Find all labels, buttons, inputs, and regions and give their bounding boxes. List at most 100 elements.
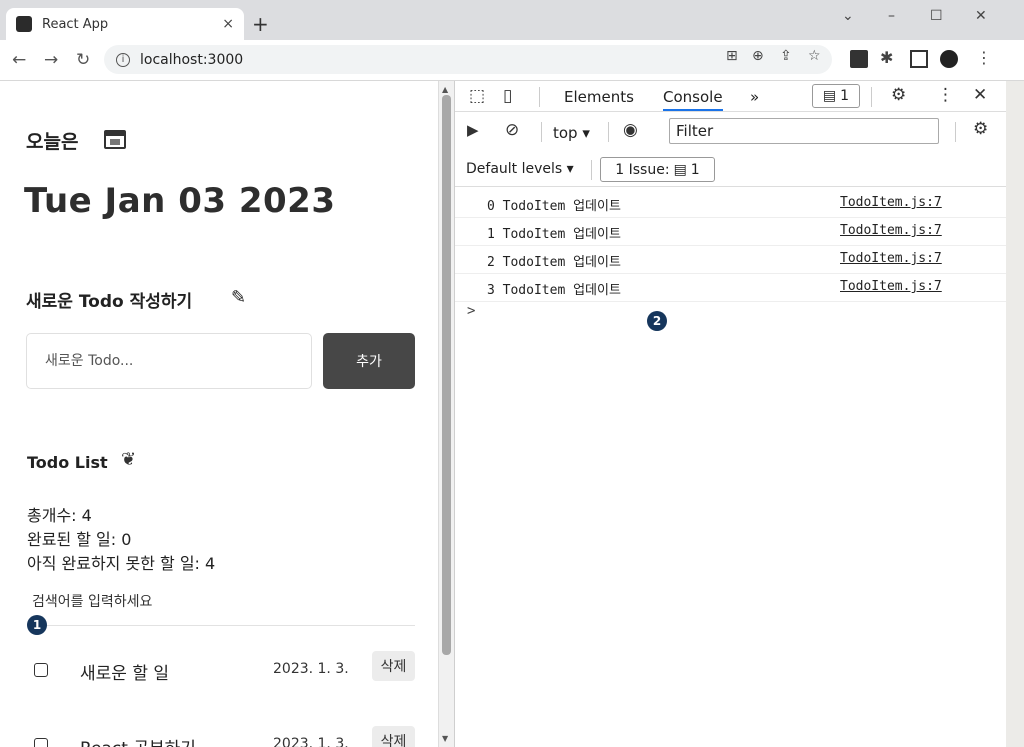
new-tab-button[interactable]: + xyxy=(252,12,269,36)
total-count: 총개수: 4 xyxy=(27,506,92,525)
separator xyxy=(539,87,540,107)
not-done-count: 아직 완료하지 못한 할 일: 4 xyxy=(27,554,216,573)
clear-console-icon[interactable]: ⊘ xyxy=(505,120,519,140)
app-viewport: 오늘은 Tue Jan 03 2023 새로운 Todo 작성하기 ✎ 추가 T… xyxy=(0,81,438,747)
extensions-puzzle-icon[interactable]: ✱ xyxy=(880,48,893,67)
close-window-button[interactable]: ✕ xyxy=(975,8,987,24)
console-levels-bar: Default levels ▾ 1 Issue: ▤ 1 xyxy=(455,154,1007,187)
profile-avatar[interactable] xyxy=(940,50,958,68)
back-arrow-icon[interactable]: ← xyxy=(12,50,26,70)
tab-search-icon[interactable]: ⌄ xyxy=(842,8,854,24)
todo-date: 2023. 1. 3. xyxy=(273,736,349,747)
live-expression-eye-icon[interactable]: ◉ xyxy=(623,120,638,140)
log-source-link[interactable]: TodoItem.js:7 xyxy=(840,195,942,210)
site-info-icon[interactable]: i xyxy=(116,52,130,67)
todo-item: 새로운 할 일 2023. 1. 3. 삭제 xyxy=(0,651,438,691)
todo-checkbox[interactable] xyxy=(34,663,48,677)
browser-tab[interactable]: React App × xyxy=(6,8,244,40)
console-toolbar: ▶ ⊘ top ▾ ◉ ⚙ xyxy=(455,111,1007,154)
browser-menu-icon[interactable]: ⋮ xyxy=(976,48,992,67)
separator xyxy=(541,122,542,142)
tab-elements[interactable]: Elements xyxy=(564,88,634,106)
delete-button[interactable]: 삭제 xyxy=(372,651,415,681)
console-log-row: 0 TodoItem 업데이트 TodoItem.js:7 xyxy=(455,189,1007,218)
console-settings-gear-icon[interactable]: ⚙ xyxy=(973,119,988,139)
devtools-tabbar: ⬚ ▯ Elements Console » ▤ 1 ⚙ ⋮ ✕ xyxy=(455,81,1007,112)
minimize-button[interactable]: – xyxy=(888,8,895,24)
scroll-up-icon[interactable]: ▲ xyxy=(442,85,448,94)
console-prompt[interactable]: > xyxy=(467,303,475,319)
separator xyxy=(591,160,592,180)
url-text: localhost:3000 xyxy=(140,51,244,68)
todo-content: React 공부하기 xyxy=(80,734,196,747)
delete-button[interactable]: 삭제 xyxy=(372,726,415,747)
done-count: 완료된 할 일: 0 xyxy=(27,530,132,549)
calendar-icon xyxy=(104,130,126,149)
scroll-thumb[interactable] xyxy=(442,95,451,655)
message-icon: ▤ xyxy=(673,161,687,178)
device-toolbar-icon[interactable]: ▯ xyxy=(503,86,512,106)
default-levels-dropdown[interactable]: Default levels ▾ xyxy=(466,161,574,177)
todo-content: 새로운 할 일 xyxy=(80,664,170,684)
new-todo-input[interactable] xyxy=(26,333,312,389)
side-panel-icon[interactable] xyxy=(910,50,928,68)
annotation-badge-1: 1 xyxy=(27,615,47,635)
zoom-icon[interactable]: ⊕ xyxy=(752,48,764,64)
log-source-link[interactable]: TodoItem.js:7 xyxy=(840,223,942,238)
annotation-badge-2: 2 xyxy=(647,311,667,331)
tab-title: React App xyxy=(42,16,109,32)
log-source-link[interactable]: TodoItem.js:7 xyxy=(840,279,942,294)
issues-button[interactable]: 1 Issue: ▤ 1 xyxy=(600,157,715,182)
today-label: 오늘은 xyxy=(26,131,79,153)
log-message: 3 TodoItem 업데이트 xyxy=(487,283,621,298)
separator xyxy=(608,122,609,142)
editor-title: 새로운 Todo 작성하기 xyxy=(26,292,193,312)
translate-icon[interactable]: ⊞ xyxy=(726,48,738,64)
extension-icon[interactable] xyxy=(850,50,868,68)
separator xyxy=(955,122,956,142)
tab-console[interactable]: Console xyxy=(663,88,723,111)
tab-close-icon[interactable]: × xyxy=(222,16,234,32)
current-date: Tue Jan 03 2023 xyxy=(24,181,336,221)
issues-counter[interactable]: ▤ 1 xyxy=(812,84,860,108)
console-filter-input[interactable] xyxy=(669,118,939,144)
log-message: 1 TodoItem 업데이트 xyxy=(487,227,621,242)
log-message: 2 TodoItem 업데이트 xyxy=(487,255,621,270)
forward-arrow-icon[interactable]: → xyxy=(44,50,58,70)
console-log-row: 2 TodoItem 업데이트 TodoItem.js:7 xyxy=(455,245,1007,274)
app-scrollbar[interactable]: ▲ ▼ xyxy=(438,81,454,747)
background-page-edge xyxy=(1006,81,1024,747)
bookmark-star-icon[interactable]: ☆ xyxy=(808,48,821,64)
inspect-element-icon[interactable]: ⬚ xyxy=(469,86,485,106)
scroll-down-icon[interactable]: ▼ xyxy=(442,734,448,743)
log-source-link[interactable]: TodoItem.js:7 xyxy=(840,251,942,266)
show-sidebar-icon[interactable]: ▶ xyxy=(467,121,479,139)
console-log-row: 3 TodoItem 업데이트 TodoItem.js:7 xyxy=(455,273,1007,302)
share-icon[interactable]: ⇪ xyxy=(780,48,792,64)
react-favicon-icon xyxy=(16,16,32,32)
devtools-panel: ⬚ ▯ Elements Console » ▤ 1 ⚙ ⋮ ✕ ▶ ⊘ top… xyxy=(454,81,1007,747)
settings-gear-icon[interactable]: ⚙ xyxy=(891,85,906,105)
address-bar[interactable]: i localhost:3000 xyxy=(104,45,832,74)
separator xyxy=(871,87,872,107)
todo-checkbox[interactable] xyxy=(34,738,48,747)
browser-toolbar: ← → ↻ i localhost:3000 ⊞ ⊕ ⇪ ☆ ✱ ⋮ xyxy=(0,40,1024,81)
issues-label: 1 Issue: xyxy=(615,161,670,178)
close-devtools-icon[interactable]: ✕ xyxy=(973,85,987,105)
more-tabs-button[interactable]: » xyxy=(750,88,759,106)
todo-date: 2023. 1. 3. xyxy=(273,661,349,677)
log-message: 0 TodoItem 업데이트 xyxy=(487,199,621,214)
add-todo-button[interactable]: 추가 xyxy=(323,333,415,389)
pencil-icon: ✎ xyxy=(231,287,247,308)
browser-tab-strip: React App × + ⌄ – ☐ ✕ xyxy=(0,0,1024,40)
maximize-button[interactable]: ☐ xyxy=(930,8,943,24)
issues-count: 1 xyxy=(690,161,700,178)
todo-list-title: Todo List xyxy=(27,453,108,472)
message-icon: ▤ xyxy=(822,88,837,104)
devtools-menu-icon[interactable]: ⋮ xyxy=(937,85,954,105)
issues-count: 1 xyxy=(840,88,850,104)
reload-icon[interactable]: ↻ xyxy=(76,50,90,70)
console-log-row: 1 TodoItem 업데이트 TodoItem.js:7 xyxy=(455,217,1007,246)
search-input[interactable]: 검색어를 입력하세요 xyxy=(32,591,152,611)
context-selector[interactable]: top ▾ xyxy=(553,124,590,142)
